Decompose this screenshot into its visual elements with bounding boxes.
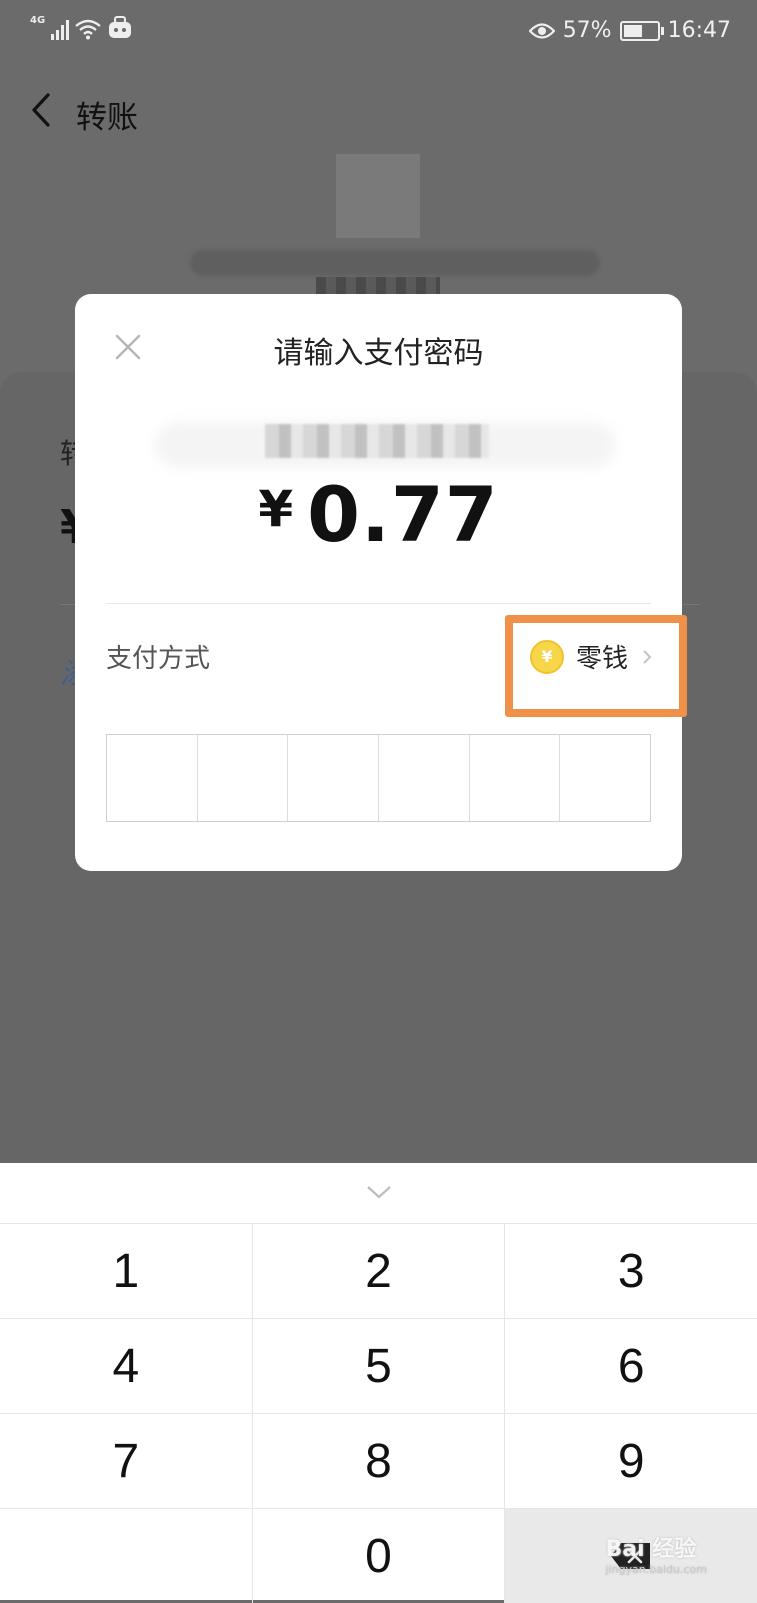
clock: 16:47	[667, 18, 731, 43]
pin-digit-box[interactable]	[379, 735, 470, 821]
pin-digit-box[interactable]	[560, 735, 650, 821]
key-6[interactable]: 6	[505, 1319, 757, 1413]
page-title: 转账	[76, 100, 138, 136]
battery-percent: 57%	[562, 18, 612, 43]
wifi-icon	[75, 19, 101, 40]
back-arrow-icon[interactable]	[28, 92, 54, 128]
status-right: 57% 16:47	[528, 18, 731, 43]
battery-icon	[619, 20, 664, 41]
status-left: 4G	[30, 15, 133, 40]
eye-icon	[528, 22, 555, 39]
payment-method-label: 支付方式	[106, 644, 211, 674]
avatar	[336, 154, 420, 238]
watermark-text: Bai 经验	[605, 1537, 697, 1562]
key-0[interactable]: 0	[253, 1509, 506, 1603]
keypad-collapse-button[interactable]	[0, 1163, 757, 1223]
key-5[interactable]: 5	[253, 1319, 506, 1413]
chevron-right-icon	[643, 649, 652, 664]
key-9[interactable]: 9	[505, 1414, 757, 1508]
payment-password-dialog: 请输入支付密码 ¥0.77 支付方式 ¥ 零钱	[75, 294, 687, 871]
dialog-divider	[106, 603, 651, 604]
nav-bar: 转账	[0, 70, 757, 150]
key-3[interactable]: 3	[505, 1224, 757, 1318]
payment-method-selector[interactable]: ¥ 零钱	[530, 638, 652, 675]
pin-digit-box[interactable]	[107, 735, 198, 821]
payment-method-value: 零钱	[576, 644, 629, 674]
network-type: 4G	[30, 15, 46, 26]
key-2[interactable]: 2	[253, 1224, 506, 1318]
keypad-row: 7 8 9	[0, 1414, 757, 1509]
coin-icon: ¥	[530, 639, 564, 674]
key-blank	[0, 1509, 253, 1603]
password-input[interactable]	[106, 734, 651, 822]
watermark: Bai 经验 jingyan.baidu.com	[605, 1531, 707, 1576]
app-notification-icon	[109, 16, 132, 38]
keypad-row: 1 2 3	[0, 1224, 757, 1319]
key-4[interactable]: 4	[0, 1319, 253, 1413]
amount-value: 0.77	[307, 470, 499, 559]
currency-symbol: ¥	[258, 480, 294, 538]
blurred-payee	[265, 424, 489, 458]
pin-digit-box[interactable]	[288, 735, 380, 821]
payment-amount: ¥0.77	[75, 470, 682, 559]
keypad-row: 4 5 6	[0, 1319, 757, 1414]
pin-digit-box[interactable]	[470, 735, 561, 821]
chevron-down-icon	[367, 1186, 391, 1199]
key-8[interactable]: 8	[253, 1414, 506, 1508]
watermark-url: jingyan.baidu.com	[605, 1563, 707, 1576]
blurred-name	[190, 250, 600, 276]
status-bar: 4G 57% 16:47	[0, 0, 757, 64]
pin-digit-box[interactable]	[198, 735, 289, 821]
dialog-title: 请输入支付密码	[273, 336, 484, 371]
numeric-keypad: 1 2 3 4 5 6 7 8 9 0 Bai 经验 jingyan.baidu…	[0, 1163, 757, 1603]
key-1[interactable]: 1	[0, 1224, 253, 1318]
signal-icon	[51, 18, 70, 40]
key-7[interactable]: 7	[0, 1414, 253, 1508]
